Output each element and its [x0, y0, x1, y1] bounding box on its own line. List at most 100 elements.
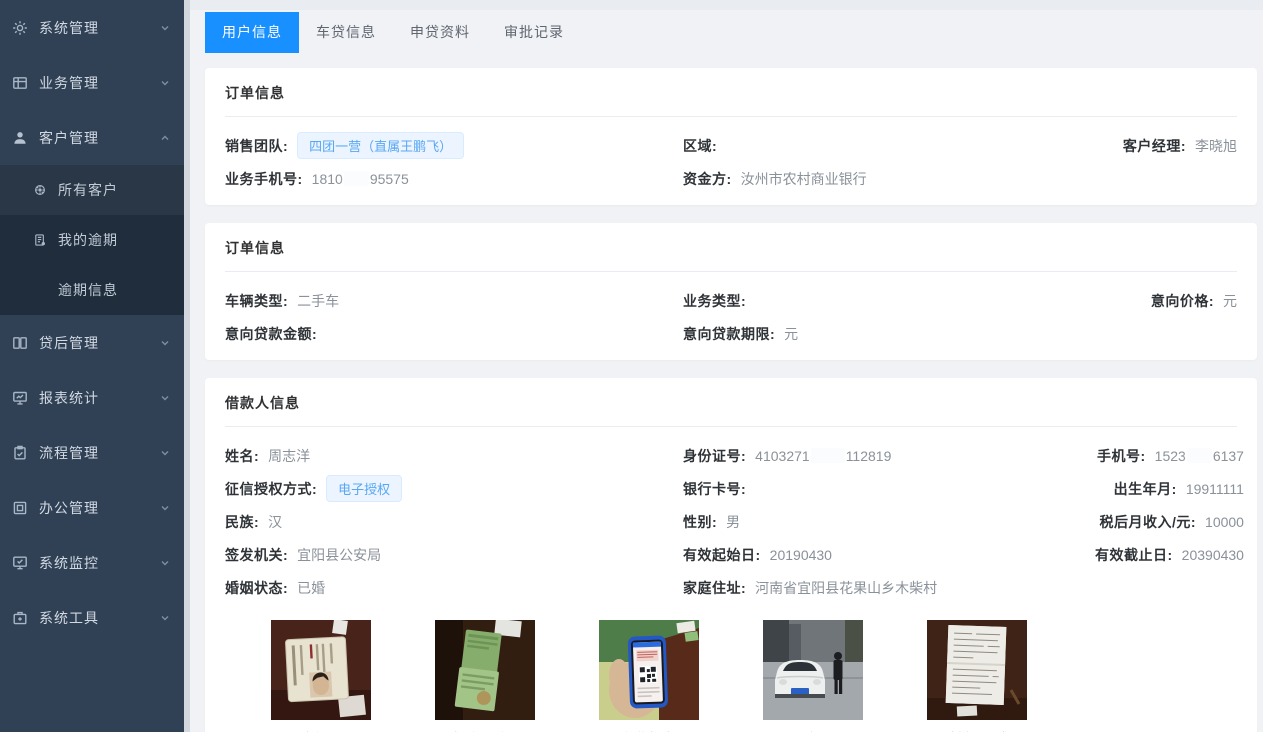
gender-field: 性别: 男: [683, 505, 1095, 538]
borrower-info-card: 借款人信息 姓名: 周志洋 身份证号: 4103271112819 手机号: 1…: [205, 378, 1257, 732]
id-number-field: 身份证号: 4103271112819: [683, 439, 1095, 472]
card-title: 订单信息: [225, 68, 1237, 117]
chevron-down-icon: [160, 448, 170, 458]
censored-digits: [1187, 448, 1212, 463]
sales-team-tag[interactable]: 四团一营（直属王鹏飞）: [297, 132, 464, 159]
sidebar-item-label: 贷后管理: [39, 333, 160, 353]
customer-mgmt-submenu: 所有客户 我的逾期 逾期信息: [0, 165, 184, 315]
card-title: 借款人信息: [225, 378, 1237, 427]
office-icon: [12, 500, 28, 516]
sidebar-item-system-mgmt[interactable]: 系统管理: [0, 0, 184, 55]
license-booklet-photo-thumbnail: [435, 620, 535, 720]
chevron-down-icon: [160, 23, 170, 33]
issuer-field: 签发机关: 宜阳县公安局: [225, 538, 683, 571]
clipboard-icon: [12, 445, 28, 461]
book-icon: [12, 335, 28, 351]
wheel-icon: [33, 183, 47, 197]
sidebar-item-system-tools[interactable]: 系统工具: [0, 590, 184, 645]
sidebar-item-label: 客户管理: [39, 128, 160, 148]
sidebar: 系统管理 业务管理 客户管理 所有客户: [0, 0, 184, 732]
field-grid: 销售团队: 四团一营（直属王鹏飞） 区域: 客户经理: 李晓旭 业务手机号: 1…: [225, 117, 1237, 205]
topbar-edge: [190, 0, 1263, 10]
tab-loan-application-docs[interactable]: 申贷资料: [393, 12, 487, 53]
field-grid: 车辆类型: 二手车 业务类型: 意向价格: 元 意向贷款金额:: [225, 272, 1237, 360]
marital-field: 婚姻状态: 已婚: [225, 571, 683, 604]
order-info-card-1: 订单信息 销售团队: 四团一营（直属王鹏飞） 区域: 客户经理: 李晓旭: [205, 68, 1257, 205]
sidebar-item-overdue-info[interactable]: 逾期信息: [0, 265, 184, 315]
person-car-photo-thumbnail: [763, 620, 863, 720]
handwritten-doc-photo-thumbnail: [927, 620, 1027, 720]
birth-field: 出生年月: 19911111: [1095, 472, 1244, 505]
censored-digits: [811, 448, 845, 463]
loan-term-field: 意向贷款期限: 元: [683, 317, 1095, 350]
card-title: 订单信息: [225, 223, 1237, 272]
main-content: 用户信息 车贷信息 申贷资料 审批记录 订单信息 销售团队: 四团一营（直属王鹏…: [190, 0, 1263, 732]
user-icon: [12, 130, 28, 146]
notebook-icon: [33, 233, 47, 247]
credit-auth-tag[interactable]: 电子授权: [326, 475, 402, 502]
order-info-card-2: 订单信息 车辆类型: 二手车 业务类型: 意向价格: 元: [205, 223, 1257, 360]
cards-container: 订单信息 销售团队: 四团一营（直属王鹏飞） 区域: 客户经理: 李晓旭: [190, 53, 1263, 732]
sidebar-item-customer-mgmt[interactable]: 客户管理: [0, 110, 184, 165]
person-car-photo[interactable]: 人车照: [763, 620, 863, 732]
ethnic-field: 民族: 汉: [225, 505, 683, 538]
sidebar-item-office-mgmt[interactable]: 办公管理: [0, 480, 184, 535]
id-card-photo-thumbnail: [271, 620, 371, 720]
biz-type-field: 业务类型:: [683, 284, 1095, 317]
loan-amount-field: 意向贷款金额:: [225, 317, 683, 350]
sidebar-item-label: 系统监控: [39, 553, 160, 573]
chevron-down-icon: [160, 393, 170, 403]
bank-card-field: 银行卡号:: [683, 472, 1095, 505]
sidebar-item-label: 流程管理: [39, 443, 160, 463]
sidebar-item-business-mgmt[interactable]: 业务管理: [0, 55, 184, 110]
customer-detail-page: 系统管理 业务管理 客户管理 所有客户: [0, 0, 1263, 732]
sidebar-item-label: 所有客户: [58, 180, 118, 200]
monitor-check-icon: [12, 555, 28, 571]
id-card-photo[interactable]: 身份证: [271, 620, 371, 732]
valid-to-field: 有效截止日: 20390430: [1095, 538, 1244, 571]
borrower-photos: 身份证: [271, 620, 1237, 732]
tab-user-info[interactable]: 用户信息: [205, 12, 299, 53]
manager-field: 客户经理: 李晓旭: [1095, 129, 1237, 162]
credit-qr-phone-photo[interactable]: 征信报告: [599, 620, 699, 732]
phone-field: 手机号: 15236137: [1095, 439, 1244, 472]
chevron-down-icon: [160, 613, 170, 623]
funder-field: 资金方: 汝州市农村商业银行: [683, 162, 1095, 195]
chevron-down-icon: [160, 338, 170, 348]
sidebar-item-system-monitor[interactable]: 系统监控: [0, 535, 184, 590]
chevron-down-icon: [160, 78, 170, 88]
sidebar-item-all-customers[interactable]: 所有客户: [0, 165, 184, 215]
tab-car-loan-info[interactable]: 车贷信息: [299, 12, 393, 53]
credit-qr-phone-photo-thumbnail: [599, 620, 699, 720]
chart-monitor-icon: [12, 390, 28, 406]
sidebar-item-report-stats[interactable]: 报表统计: [0, 370, 184, 425]
sidebar-item-label: 系统管理: [39, 18, 160, 38]
handwritten-doc-photo[interactable]: 结婚证照片: [927, 620, 1027, 732]
sidebar-item-label: 办公管理: [39, 498, 160, 518]
sales-team-field: 销售团队: 四团一营（直属王鹏飞）: [225, 129, 683, 162]
grid-icon: [12, 75, 28, 91]
chevron-down-icon: [160, 558, 170, 568]
sidebar-item-postloan-mgmt[interactable]: 贷后管理: [0, 315, 184, 370]
field-grid: 姓名: 周志洋 身份证号: 4103271112819 手机号: 1523613…: [225, 427, 1237, 614]
sidebar-item-label: 系统工具: [39, 608, 160, 628]
sidebar-item-label: 报表统计: [39, 388, 160, 408]
gear-icon: [12, 20, 28, 36]
sidebar-item-label: 业务管理: [39, 73, 160, 93]
address-field: 家庭住址: 河南省宜阳县花果山乡木柴村: [683, 571, 1095, 604]
tab-approval-records[interactable]: 审批记录: [487, 12, 581, 53]
license-booklet-photo[interactable]: 驾驶证副页: [435, 620, 535, 732]
sidebar-item-my-overdue[interactable]: 我的逾期: [0, 215, 184, 265]
biz-phone-field: 业务手机号: 181095575: [225, 162, 683, 195]
chevron-up-icon: [160, 133, 170, 143]
chevron-down-icon: [160, 503, 170, 513]
income-field: 税后月收入/元: 10000: [1095, 505, 1244, 538]
credit-auth-field: 征信授权方式: 电子授权: [225, 472, 683, 505]
valid-from-field: 有效起始日: 20190430: [683, 538, 1095, 571]
vehicle-type-field: 车辆类型: 二手车: [225, 284, 683, 317]
sidebar-item-label: 逾期信息: [58, 280, 118, 300]
name-field: 姓名: 周志洋: [225, 439, 683, 472]
sidebar-item-process-mgmt[interactable]: 流程管理: [0, 425, 184, 480]
detail-tabs: 用户信息 车贷信息 申贷资料 审批记录: [205, 12, 1263, 53]
toolbox-icon: [12, 610, 28, 626]
